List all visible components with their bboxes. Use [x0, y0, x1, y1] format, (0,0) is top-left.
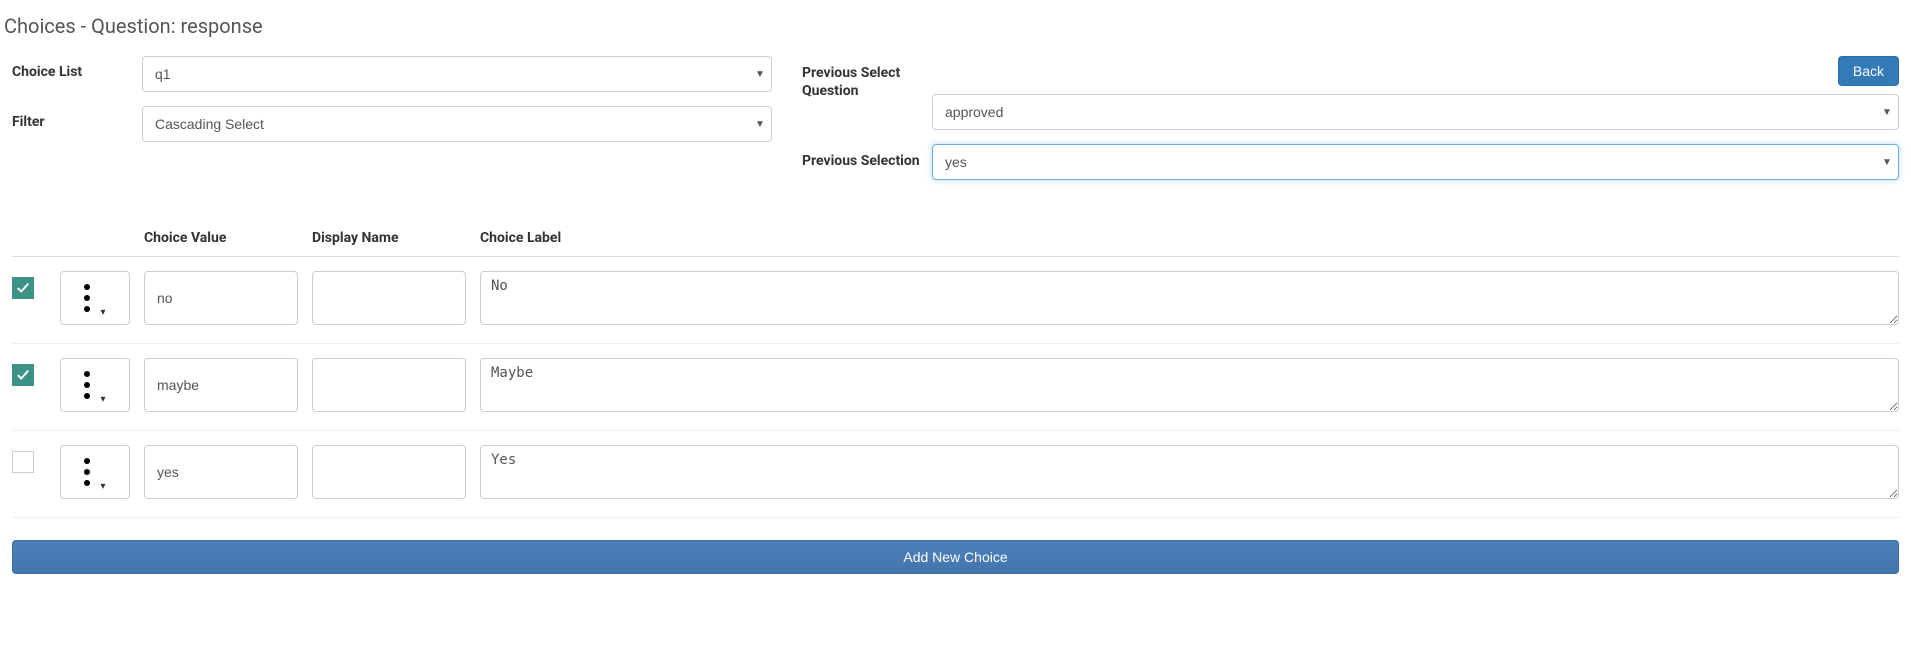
choices-table: Choice Value Display Name Choice Label ▾… [0, 224, 1911, 518]
choice-label-textarea[interactable] [480, 358, 1899, 412]
filter-row: Filter Cascading Select ▼ [12, 106, 772, 142]
row-actions-button[interactable]: ▾ [60, 358, 130, 412]
form-right-column: Back Previous Select Question approved ▼… [802, 56, 1899, 194]
table-row: ▾ [12, 257, 1899, 344]
more-vertical-icon [84, 458, 90, 486]
previous-selection-row: Previous Selection yes ▼ [802, 144, 1899, 180]
row-checkbox[interactable] [12, 451, 34, 473]
table-row: ▾ [12, 431, 1899, 518]
header-choice-value: Choice Value [144, 230, 312, 246]
chevron-down-icon: ▾ [100, 481, 105, 492]
choice-label-textarea[interactable] [480, 445, 1899, 499]
chevron-down-icon: ▾ [100, 394, 105, 405]
page-title: Choices - Question: response [4, 14, 1911, 38]
choice-label-textarea[interactable] [480, 271, 1899, 325]
check-icon [16, 368, 30, 382]
header-display-name: Display Name [312, 230, 480, 246]
previous-select-question-label: Previous Select Question [802, 56, 932, 100]
check-icon [16, 281, 30, 295]
header-choice-label: Choice Label [480, 230, 1899, 246]
filter-label: Filter [12, 106, 142, 130]
choice-value-input[interactable] [144, 271, 298, 325]
add-new-choice-button[interactable]: Add New Choice [12, 540, 1899, 574]
table-row: ▾ [12, 344, 1899, 431]
filter-select-wrap: Cascading Select ▼ [142, 106, 772, 142]
previous-selection-select-wrap: yes ▼ [932, 144, 1899, 180]
choice-list-select[interactable]: q1 [142, 56, 772, 92]
choice-list-label: Choice List [12, 56, 142, 80]
more-vertical-icon [84, 284, 90, 312]
chevron-down-icon: ▾ [100, 307, 105, 318]
choice-value-input[interactable] [144, 358, 298, 412]
back-button[interactable]: Back [1838, 56, 1899, 86]
display-name-input[interactable] [312, 358, 466, 412]
row-checkbox[interactable] [12, 364, 34, 386]
table-header: Choice Value Display Name Choice Label [12, 224, 1899, 257]
choice-value-input[interactable] [144, 445, 298, 499]
row-actions-button[interactable]: ▾ [60, 271, 130, 325]
row-actions-button[interactable]: ▾ [60, 445, 130, 499]
form-left-column: Choice List q1 ▼ Filter Cascading Select… [12, 56, 772, 194]
previous-selection-label: Previous Selection [802, 144, 932, 170]
row-checkbox[interactable] [12, 277, 34, 299]
top-form: Choice List q1 ▼ Filter Cascading Select… [0, 56, 1911, 194]
previous-select-question-select[interactable]: approved [932, 94, 1899, 130]
previous-select-question-select-wrap: approved ▼ [932, 94, 1899, 130]
more-vertical-icon [84, 371, 90, 399]
choice-list-select-wrap: q1 ▼ [142, 56, 772, 92]
display-name-input[interactable] [312, 271, 466, 325]
display-name-input[interactable] [312, 445, 466, 499]
previous-select-question-row: Previous Select Question approved ▼ [802, 56, 1899, 130]
choice-list-row: Choice List q1 ▼ [12, 56, 772, 92]
filter-select[interactable]: Cascading Select [142, 106, 772, 142]
previous-selection-select[interactable]: yes [932, 144, 1899, 180]
